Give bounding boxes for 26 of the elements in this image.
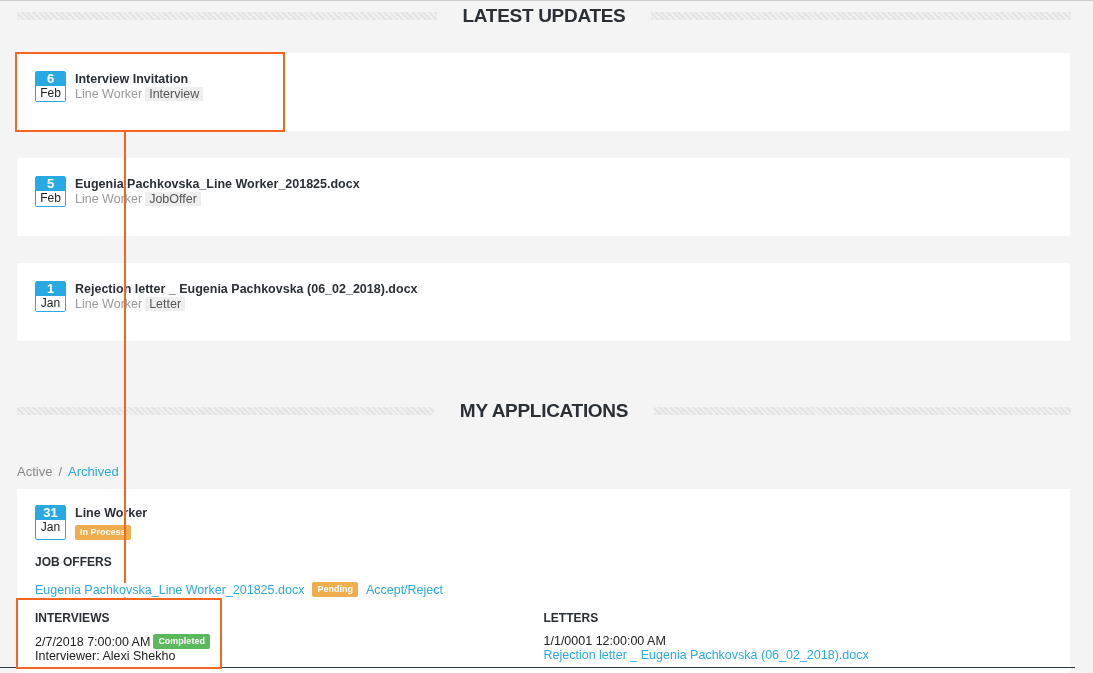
job-title: Line Worker — [75, 87, 143, 101]
file-link[interactable]: Eugenia Pachkovska_Line Worker_201825.docx — [35, 582, 305, 597]
section-heading: LETTERS — [543, 611, 600, 625]
calendar-date: 5 Feb — [35, 176, 66, 207]
filter-tab[interactable]: Active — [17, 464, 53, 479]
section-title: LATEST UPDATES — [462, 5, 626, 27]
interviewer-name: Interviewer: Alexi Shekho — [35, 649, 177, 663]
update-tag: JobOffer — [145, 192, 201, 206]
letter-datetime: 1/1/0001 12:00:00 AM — [543, 634, 666, 648]
calendar-date: 1 Jan — [35, 281, 66, 312]
interview-datetime: 2/7/2018 7:00:00 AM — [35, 634, 151, 649]
accept-reject-link[interactable]: Accept/Reject — [365, 582, 444, 597]
section-title: MY APPLICATIONS — [459, 400, 629, 422]
status-badge: Pending — [312, 582, 358, 597]
section-heading: INTERVIEWS — [35, 611, 111, 625]
filter-tab[interactable]: Archived — [68, 464, 119, 479]
status-badge: Completed — [153, 634, 210, 649]
section-heading: JOB OFFERS — [35, 555, 113, 569]
calendar-date: 31 Jan — [35, 505, 66, 540]
update-title: Interview Invitation — [75, 71, 190, 87]
update-tag: Interview — [145, 87, 204, 101]
update-title: Eugenia Pachkovska_Line Worker_201825.docx — [75, 176, 360, 192]
update-tag: Letter — [145, 297, 186, 311]
calendar-date: 6 Feb — [35, 71, 66, 102]
tab-separator: / — [58, 464, 63, 479]
status-badge: In Process — [75, 525, 131, 540]
